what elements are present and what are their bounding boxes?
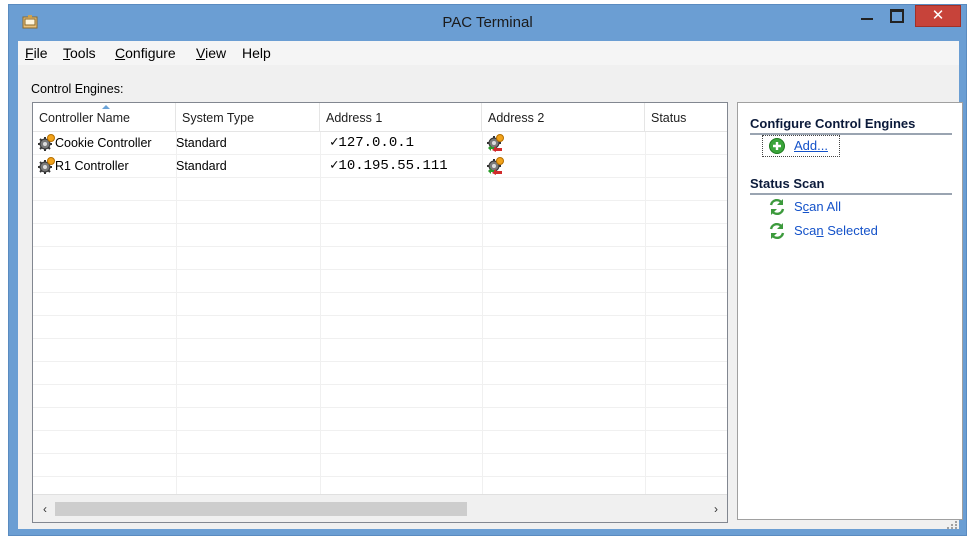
add-link[interactable]: Add... [794, 138, 828, 153]
resize-grip-icon[interactable] [947, 521, 957, 529]
control-engines-label: Control Engines: [31, 82, 124, 96]
empty-row [33, 431, 727, 454]
empty-row [33, 477, 727, 494]
maximize-button[interactable] [882, 5, 908, 27]
cell-controller-name: R1 Controller [55, 159, 129, 173]
column-header-status[interactable]: Status [645, 103, 727, 132]
cell-controller-name: Cookie Controller [55, 136, 152, 150]
sort-ascending-icon [102, 105, 110, 109]
empty-row [33, 362, 727, 385]
client-area: File Tools Configure View Help Control E… [18, 41, 963, 529]
empty-row [33, 224, 727, 247]
list-header: Controller Name System Type Address 1 Ad… [33, 103, 727, 132]
cell-address-1: ✓127.0.0.1 [330, 135, 415, 151]
empty-row [33, 178, 727, 201]
task-panel: Configure Control Engines Add... Status … [737, 102, 963, 520]
controller-icon [38, 157, 55, 174]
controller-warning-icon [487, 134, 504, 152]
empty-row [33, 201, 727, 224]
menu-tools[interactable]: Tools [63, 45, 96, 61]
controller-icon [38, 134, 55, 151]
status-scan-heading: Status Scan [750, 176, 825, 191]
refresh-icon[interactable] [768, 198, 786, 216]
empty-row [33, 270, 727, 293]
column-header-controller-name[interactable]: Controller Name [33, 103, 176, 132]
refresh-icon[interactable] [768, 222, 786, 240]
table-row[interactable]: R1 Controller Standard ✓10.195.55.111 [33, 155, 727, 178]
empty-row [33, 316, 727, 339]
menu-file[interactable]: File [25, 45, 48, 61]
column-header-address-2[interactable]: Address 2 [482, 103, 645, 132]
scroll-thumb[interactable] [55, 502, 467, 516]
window-title: PAC Terminal [442, 14, 533, 31]
empty-row [33, 408, 727, 431]
minimize-button[interactable] [854, 5, 880, 27]
app-window: PAC Terminal ✕ File Tools Configure View… [8, 4, 967, 536]
cell-system-type: Standard [176, 159, 227, 173]
close-button[interactable]: ✕ [915, 5, 961, 27]
scan-selected-link[interactable]: Scan Selected [794, 223, 878, 238]
scan-all-link[interactable]: Scan All [794, 199, 841, 214]
column-header-system-type[interactable]: System Type [176, 103, 320, 132]
menu-help[interactable]: Help [242, 45, 271, 61]
menu-configure[interactable]: Configure [115, 45, 176, 61]
empty-row [33, 247, 727, 270]
empty-row [33, 454, 727, 477]
empty-row [33, 385, 727, 408]
table-row[interactable]: Cookie Controller Standard ✓127.0.0.1 [33, 132, 727, 155]
cell-system-type: Standard [176, 136, 227, 150]
menu-view[interactable]: View [196, 45, 226, 61]
divider [750, 193, 952, 195]
list-rows: Cookie Controller Standard ✓127.0.0.1 R1… [33, 132, 727, 494]
add-icon[interactable] [768, 137, 786, 155]
title-bar[interactable]: PAC Terminal ✕ [9, 5, 966, 41]
close-icon: ✕ [931, 7, 945, 24]
control-engines-list[interactable]: Controller Name System Type Address 1 Ad… [32, 102, 728, 523]
empty-row [33, 339, 727, 362]
controller-warning-icon [487, 157, 504, 175]
configure-heading: Configure Control Engines [750, 116, 916, 131]
scroll-right-icon[interactable]: › [708, 501, 724, 517]
menu-bar: File Tools Configure View Help [18, 41, 959, 65]
scroll-left-icon[interactable]: ‹ [37, 501, 53, 517]
cell-address-1: ✓10.195.55.111 [330, 158, 448, 174]
column-header-address-1[interactable]: Address 1 [320, 103, 482, 132]
horizontal-scrollbar[interactable]: ‹ › [33, 494, 727, 522]
empty-row [33, 293, 727, 316]
